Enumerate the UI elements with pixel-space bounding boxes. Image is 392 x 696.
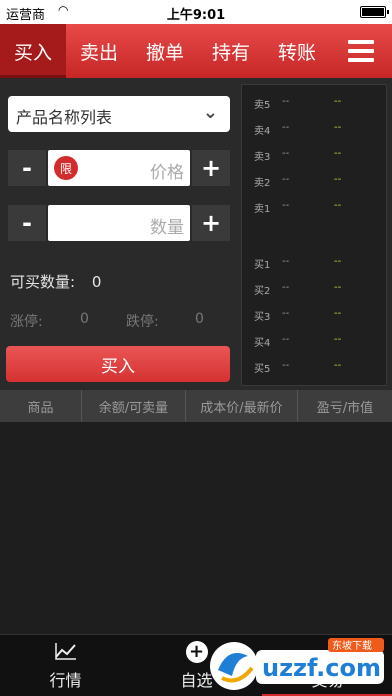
limit-up-label: 涨停: (10, 314, 43, 330)
ask-level: 卖4 (254, 126, 271, 137)
ask-row: 卖3 -- -- (242, 145, 388, 163)
quantity-decrease-button[interactable]: - (8, 205, 46, 241)
ask-price: -- (282, 96, 290, 107)
price-input[interactable]: 限 价格 (48, 150, 190, 186)
buyable-value: 0 (91, 273, 102, 291)
bid-price: -- (282, 334, 290, 345)
bid-price: -- (282, 256, 290, 267)
bid-row: 买3 -- -- (242, 305, 388, 323)
quantity-increase-button[interactable]: + (192, 205, 230, 241)
bid-volume: -- (334, 360, 342, 371)
bid-volume: -- (334, 308, 342, 319)
bid-level: 买1 (254, 260, 271, 271)
battery-icon (360, 6, 389, 18)
bid-volume: -- (334, 282, 342, 293)
bid-price: -- (282, 360, 290, 371)
column-header-profit[interactable]: 盈亏/市值 (298, 390, 392, 422)
quantity-stepper: - 数量 + (8, 205, 230, 241)
ask-row: 卖2 -- -- (242, 171, 388, 189)
column-header-cost-price[interactable]: 成本价/最新价 (186, 390, 298, 422)
bid-volume: -- (334, 256, 342, 267)
status-bar: 运营商 ◠ 上午9:01 (0, 0, 392, 24)
ask-level: 卖1 (254, 204, 271, 215)
nav-market-label: 行情 (49, 671, 82, 690)
limit-order-badge[interactable]: 限 (54, 156, 78, 180)
bid-row: 买5 -- -- (242, 357, 388, 375)
bid-row: 买1 -- -- (242, 253, 388, 271)
clock: 上午9:01 (166, 8, 226, 23)
ask-row: 卖4 -- -- (242, 119, 388, 137)
column-header-balance[interactable]: 余额/可卖量 (82, 390, 186, 422)
nav-market[interactable]: 行情 (0, 635, 131, 696)
bid-price: -- (282, 308, 290, 319)
tab-holdings[interactable]: 持有 (198, 24, 264, 78)
bid-volume: -- (334, 334, 342, 345)
bid-level: 买5 (254, 364, 271, 375)
menu-icon[interactable] (330, 24, 392, 78)
ask-price: -- (282, 174, 290, 185)
limit-down-value: 0 (195, 311, 204, 327)
quantity-placeholder: 数量 (150, 218, 184, 238)
ask-level: 卖3 (254, 152, 271, 163)
bid-row: 买4 -- -- (242, 331, 388, 349)
bid-level: 买2 (254, 286, 271, 297)
order-book: 卖5 -- -- 卖4 -- -- 卖3 -- -- 卖2 -- -- 卖1 -… (241, 84, 387, 386)
uzzf-watermark-logo: uzzf.com 东坡下载 (210, 638, 384, 690)
ask-volume: -- (334, 122, 342, 133)
price-decrease-button[interactable]: - (8, 150, 46, 186)
ask-volume: -- (334, 148, 342, 159)
tab-transfer[interactable]: 转账 (264, 24, 330, 78)
ask-volume: -- (334, 200, 342, 211)
price-placeholder: 价格 (150, 163, 184, 183)
buyable-quantity: 可买数量: 0 (10, 271, 101, 292)
limit-down-label: 跌停: (126, 314, 159, 330)
bid-level: 买4 (254, 338, 271, 349)
quantity-input[interactable]: 数量 (48, 205, 190, 241)
tab-sell[interactable]: 卖出 (66, 24, 132, 78)
ask-row: 卖1 -- -- (242, 197, 388, 215)
chart-icon (0, 641, 131, 666)
ask-price: -- (282, 148, 290, 159)
chevron-down-icon: ⌄ (202, 102, 218, 123)
tab-cancel[interactable]: 撤单 (132, 24, 198, 78)
svg-text:东坡下载: 东坡下载 (332, 639, 372, 652)
ask-price: -- (282, 200, 290, 211)
bid-row: 买2 -- -- (242, 279, 388, 297)
buy-button[interactable]: 买入 (6, 346, 230, 382)
ask-volume: -- (334, 96, 342, 107)
limit-up-value: 0 (80, 311, 89, 327)
ask-row: 卖5 -- -- (242, 93, 388, 111)
ask-level: 卖2 (254, 178, 271, 189)
column-header-product[interactable]: 商品 (0, 390, 82, 422)
ask-level: 卖5 (254, 100, 271, 111)
price-increase-button[interactable]: + (192, 150, 230, 186)
svg-text:uzzf.com: uzzf.com (262, 654, 381, 682)
bid-level: 买3 (254, 312, 271, 323)
tab-buy[interactable]: 买入 (0, 24, 66, 78)
holdings-list[interactable] (0, 422, 392, 634)
order-form: 产品名称列表 ⌄ - 限 价格 + - 数量 + 可买数量: 0 涨停: 0 跌… (0, 78, 240, 388)
price-stepper: - 限 价格 + (8, 150, 230, 186)
product-select-value: 产品名称列表 (16, 108, 113, 127)
bid-price: -- (282, 282, 290, 293)
ask-volume: -- (334, 174, 342, 185)
holdings-table-header: 商品 余额/可卖量 成本价/最新价 盈亏/市值 (0, 390, 392, 422)
ask-price: -- (282, 122, 290, 133)
product-select[interactable]: 产品名称列表 ⌄ (8, 96, 230, 132)
buyable-label: 可买数量: (10, 273, 76, 291)
trade-tabbar: 买入 卖出 撤单 持有 转账 (0, 24, 392, 78)
